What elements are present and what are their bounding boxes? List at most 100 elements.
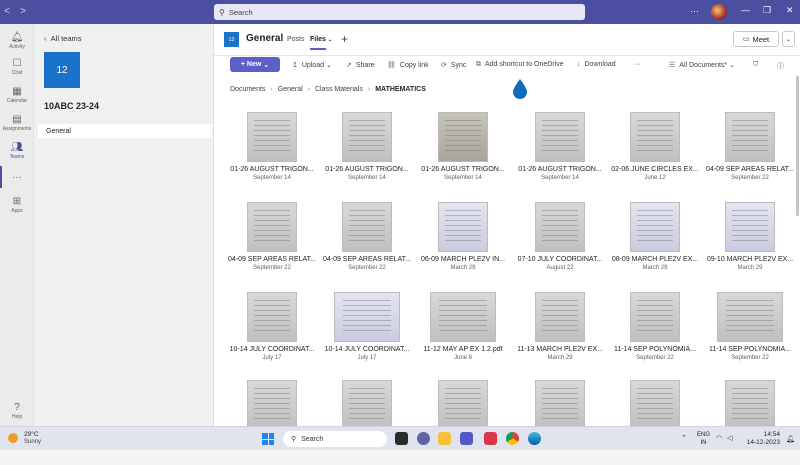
taskbar-search[interactable]: ⚲ Search [283,431,387,447]
rail-chat[interactable]: ☐ Chat [0,58,34,76]
file-tile[interactable]: 04-09 SEP AREAS RELAT... September 22 [226,202,318,287]
breadcrumb-current: MATHEMATICS [375,86,426,93]
file-tile[interactable]: 04-09 SEP AREAS RELAT... September 22 [704,112,796,197]
upload-button[interactable]: ↥ Upload ⌄ [292,61,332,69]
rail-label: Activity [9,44,25,50]
file-tile[interactable]: 11-14 SEP POLYNOMIA... September 22 [704,292,796,377]
file-name: 08-09 MARCH PLE2V EX... [611,256,699,263]
file-tile[interactable]: 11-12 MAY AP EX 1.2.pdf June 8 [417,292,509,377]
rail-apps[interactable]: ⊞ Apps [0,196,34,214]
breadcrumb-item[interactable]: Class Materials [315,86,363,93]
more-apps-icon: ··· [12,172,22,183]
rail-more[interactable]: ··· [0,172,34,184]
chat-icon: ☐ [12,58,22,69]
file-date: September 14 [444,175,482,181]
volume-icon[interactable]: ◁ [727,434,732,442]
file-thumbnail [334,292,400,342]
file-thumbnail [247,380,297,430]
forward-arrow-icon[interactable]: > [16,6,30,17]
meet-button[interactable]: ▭ Meet [733,31,779,47]
rail-label: Help [11,414,23,420]
more-options-icon[interactable]: ··· [690,6,699,16]
wifi-icon[interactable]: ◠ [716,434,722,442]
edge-icon[interactable] [528,432,541,445]
file-tile[interactable]: 10-14 JULY COORDINAT... July 17 [321,292,413,377]
minimize-icon[interactable]: — [741,5,750,15]
add-shortcut-button[interactable]: ⧉ Add shortcut to OneDrive [476,61,564,69]
file-tile[interactable]: 09-10 MARCH PLE2V EX... March 29 [704,202,796,287]
new-button[interactable]: + New ⌄ [230,57,280,72]
file-tile[interactable]: 06-09 MARCH PLE2V IN... March 29 [417,202,509,287]
rail-activity[interactable]: 🔔︎ Activity [0,32,34,50]
rail-teams[interactable]: 👥︎ Teams [0,142,34,160]
view-selector[interactable]: ☰ All Documents* ⌄ [669,61,735,69]
file-thumbnail [438,112,488,162]
chevron-up-icon[interactable]: ⌃ [681,434,687,442]
file-tile[interactable]: 04-09 SEP AREAS RELAT... September 22 [321,202,413,287]
store-icon[interactable] [484,432,497,445]
more-commands-button[interactable]: ··· [634,61,641,68]
meet-dropdown-icon[interactable]: ⌄ [782,31,795,47]
download-button[interactable]: ↓ Download [577,61,616,68]
file-tile[interactable] [704,380,796,465]
file-tile[interactable]: 02-06 JUNE CIRCLES EX... June 12 [609,112,701,197]
file-thumbnail [630,292,680,342]
file-tile[interactable]: 01-26 AUGUST TRIGON... September 14 [417,112,509,197]
copy-link-button[interactable]: ⛓︎ Copy link [387,61,429,69]
file-tile[interactable]: 07-10 JULY COORDINAT... August 22 [514,202,606,287]
file-tile[interactable] [514,380,606,465]
tab-files[interactable]: Files ⌄ [310,36,332,43]
scrollbar[interactable] [796,76,799,216]
file-thumbnail [247,202,297,252]
file-tile[interactable]: 08-09 MARCH PLE2V EX... March 29 [609,202,701,287]
all-teams-link[interactable]: ‹ All teams [44,34,82,43]
breadcrumb-item[interactable]: General [278,86,303,93]
team-pane: ‹ All teams 12 10ABC 23-24 General [34,24,214,426]
file-tile[interactable] [321,380,413,465]
add-tab-icon[interactable]: + [341,32,348,46]
file-explorer-icon[interactable] [438,432,451,445]
file-tile[interactable]: 11-14 SEP POLYNOMIA... September 22 [609,292,701,377]
breadcrumb-separator: › [307,86,310,93]
back-arrow-icon[interactable]: < [0,6,14,17]
chrome-icon[interactable] [506,432,519,445]
tab-active-underline [310,48,326,50]
rail-help[interactable]: ? Help [0,402,34,420]
file-tile[interactable] [609,380,701,465]
header-divider [214,55,800,56]
calendar-icon: ▦ [12,86,22,97]
file-name: 02-06 JUNE CIRCLES EX... [611,166,699,173]
file-thumbnail [725,202,775,252]
rail-assignments[interactable]: ▤ Assignments [0,114,34,132]
tab-posts[interactable]: Posts [287,36,305,43]
language-indicator[interactable]: ENG IN [697,431,710,447]
windows-start-icon[interactable] [262,433,274,445]
file-date: March 29 [642,265,668,271]
file-tile[interactable]: 01-26 AUGUST TRIGON... September 14 [226,112,318,197]
maximize-icon[interactable]: ❐ [763,5,771,16]
avatar[interactable] [711,4,727,20]
file-tile[interactable]: 01-26 AUGUST TRIGON... September 14 [514,112,606,197]
search-input[interactable]: ⚲ Search [214,4,585,20]
filter-icon[interactable]: ⛉ [753,61,758,69]
rail-calendar[interactable]: ▦ Calendar [0,86,34,104]
meet-now-icon[interactable] [417,432,430,445]
info-icon[interactable]: ⓘ [777,61,784,71]
sync-button[interactable]: ⟳ Sync [441,61,466,69]
file-tile[interactable] [417,380,509,465]
file-tile[interactable]: 11-13 MARCH PLE2V EX... March 29 [514,292,606,377]
notification-icon[interactable]: 🔔︎ [786,435,795,443]
close-icon[interactable]: ✕ [786,5,794,16]
clock[interactable]: 14:54 14-12-2023 [744,431,780,447]
app-rail: 🔔︎ Activity ☐ Chat ▦ Calendar ▤ Assignme… [0,24,34,426]
upload-icon: ↥ [292,62,298,69]
file-tile[interactable]: 10-14 JULY COORDINAT... July 17 [226,292,318,377]
file-tile[interactable] [226,380,318,465]
file-tile[interactable]: 01-26 AUGUST TRIGON... September 14 [321,112,413,197]
file-date: September 14 [253,175,291,181]
channel-item-general[interactable]: General [38,124,212,138]
teams-app-icon[interactable] [460,432,473,445]
task-view-icon[interactable] [395,432,408,445]
breadcrumb-item[interactable]: Documents [230,86,265,93]
share-button[interactable]: ↗ Share [346,61,375,69]
